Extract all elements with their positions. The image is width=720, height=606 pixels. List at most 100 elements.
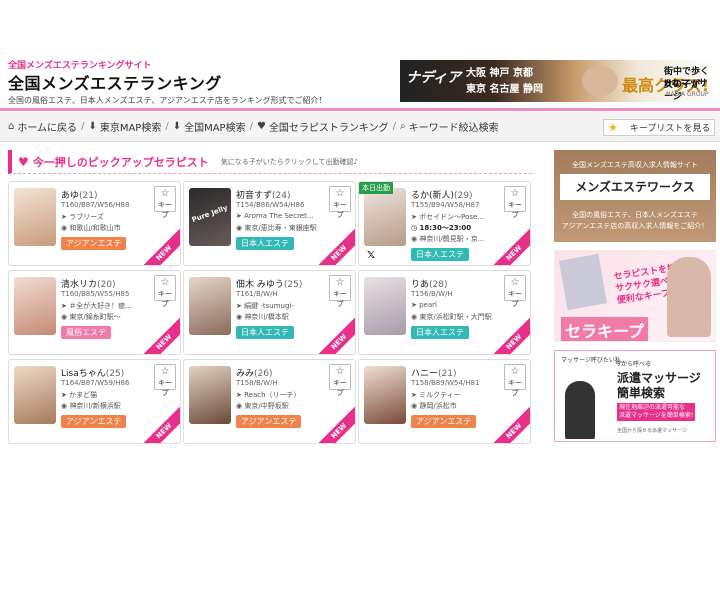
therapist-name-text: 佃木 みゆう: [236, 280, 284, 290]
therapist-age: (28): [429, 280, 448, 290]
side-banner-sera-keep[interactable]: セラピストを指名で サクサク選べます! 便利なキープ機能付き セラキープ: [554, 250, 716, 342]
nav-separator: /: [165, 121, 169, 132]
therapist-card[interactable]: りあ(28) T156/B/W/H ➤ pearl ◉ 東京/浜松町駅・大門駅 日本人エ…: [358, 270, 531, 355]
area-text: 東京/浜松町駅・大門駅: [419, 313, 492, 321]
therapist-name-text: あゆ: [61, 191, 80, 201]
location-pin-icon: ◉: [61, 402, 68, 410]
therapist-photo[interactable]: Pure Jelly: [189, 188, 231, 246]
therapist-card[interactable]: 清水リカ(20) T160/B85/W55/H85 ➤ ＃全が大好き！癒... ◉ 東…: [8, 270, 181, 355]
shop-name-text: Reach（リーチ）: [244, 391, 301, 399]
location-pin-icon: ◉: [411, 313, 418, 321]
shop-name: ➤ ＃全が大好き！癒...: [61, 301, 161, 311]
therapist-photo[interactable]: [189, 277, 231, 335]
keep-button[interactable]: ☆ キープ: [329, 364, 351, 397]
star-outline-icon: ☆: [160, 188, 170, 199]
keep-button[interactable]: ☆ キープ: [154, 186, 176, 219]
area: ◉ 東京/中野坂駅: [236, 401, 336, 411]
keep-button[interactable]: ☆ キープ: [504, 186, 526, 219]
therapist-name-text: Lisaちゃん: [61, 369, 106, 379]
send-icon: ➤: [411, 391, 417, 399]
therapist-photo[interactable]: [14, 277, 56, 335]
nav-item-4[interactable]: ⌕ キーワード絞込検索: [400, 119, 499, 134]
heart-icon: ♥: [18, 154, 29, 169]
therapist-photo[interactable]: [364, 366, 406, 424]
therapist-photo[interactable]: [14, 366, 56, 424]
side-banner-mens-este-works[interactable]: 全国メンズエステ高収入求人情報サイト メンズエステワークス 全国の風俗エステ、日…: [554, 150, 716, 242]
banner-brand: ナディア: [406, 70, 462, 86]
therapist-photo[interactable]: [364, 277, 406, 335]
today-badge: 本日出勤: [359, 182, 393, 194]
heart-icon: ♥: [256, 121, 266, 132]
nav-item-1[interactable]: ⬇ 東京MAP検索: [88, 119, 161, 134]
new-ribbon: NEW: [489, 406, 530, 443]
therapist-photo[interactable]: [189, 366, 231, 424]
area-text: 神奈川/橋本駅: [244, 313, 289, 321]
nav-item-label: キーワード絞込検索: [408, 123, 499, 134]
keep-button[interactable]: ☆ キープ: [154, 364, 176, 397]
side-banner-3-small: 今から呼べる: [615, 361, 652, 368]
star-outline-icon: ☆: [510, 366, 520, 377]
new-ribbon: NEW: [489, 317, 530, 354]
area: ◉ 神奈川/新横浜駅: [61, 401, 161, 411]
category-tag: アジアンエステ: [61, 237, 127, 250]
keep-button[interactable]: ☆ キープ: [504, 364, 526, 397]
send-icon: ➤: [61, 213, 67, 221]
therapist-sizes: T154/B86/W54/H86: [236, 201, 305, 209]
category-tag: 日本人エステ: [236, 326, 294, 339]
category-tag: アジアンエステ: [61, 415, 127, 428]
site-title[interactable]: 全国メンズエステランキング: [8, 70, 222, 94]
therapist-photo[interactable]: [364, 188, 406, 246]
shop-name: ➤ ラブリーズ: [61, 212, 161, 222]
therapist-card[interactable]: あゆ(21) T160/B87/W56/H88 ➤ ラブリーズ ◉ 和歌山/和歌山市ア…: [8, 181, 181, 266]
top-ad-banner[interactable]: ナディア 大阪 神戸 京都 東京 名古屋 静岡 最高クラス! 街中で歩く女の子が…: [400, 60, 716, 102]
therapist-age: (24): [272, 191, 291, 201]
keep-label: キープ: [333, 290, 347, 308]
therapist-sizes: T161/B/W/H: [236, 290, 278, 298]
side-banner-1-title: メンズエステワークス: [560, 174, 710, 200]
nav-item-2[interactable]: ⬇ 全国MAP検索: [173, 119, 246, 134]
therapist-sizes: T155/B94/W58/H87: [411, 201, 480, 209]
therapist-card[interactable]: Lisaちゃん(25) T164/B87/W59/H86 ➤ かまど猫 ◉ 神奈川/新…: [8, 359, 181, 444]
therapist-card[interactable]: Pure Jelly 初音すず(24) T154/B86/W54/H86 ➤ Arom…: [183, 181, 356, 266]
nav-item-3[interactable]: ♥ 全国セラピストランキング: [257, 119, 389, 134]
category-tag: 日本人エステ: [411, 248, 469, 261]
category-tag: 日本人エステ: [236, 237, 294, 250]
banner-copy-2: Hなマッサージ: [664, 79, 708, 102]
therapist-sizes: T158/B/W/H: [236, 379, 278, 387]
keep-button[interactable]: ☆ キープ: [504, 275, 526, 308]
therapist-card[interactable]: ハニー(21) T158/B89/W54/H81 ➤ ミルクティー ◉ 静岡/浜松市ア…: [358, 359, 531, 444]
shop-name-text: ラブリーズ: [69, 213, 104, 221]
photo-caption: Pure Jelly: [190, 203, 229, 225]
shop-name: ➤ ボセイドン〜Pose...: [411, 212, 511, 222]
nav-item-0[interactable]: ⌂ ホームに戻る: [8, 119, 77, 134]
side-banner-dispatch-search[interactable]: マッサージ呼びたい私… 今から呼べる 派遣マッサージ 簡単検索 現在地周辺の派遣…: [554, 350, 716, 442]
therapist-card[interactable]: 佃木 みゆう(25) T161/B/W/H ➤ 絹鍵 -tsumugi- ◉ 神奈川/…: [183, 270, 356, 355]
nav-separator: /: [81, 121, 85, 132]
x-icon[interactable]: 𝕏: [367, 250, 375, 261]
therapist-photo[interactable]: [14, 188, 56, 246]
area-text: 神奈川/新横浜駅: [69, 402, 121, 410]
area: ◉ 神奈川/鶴見駅・京...: [411, 234, 511, 244]
area: ◉ 東京/浜松町駅・大門駅: [411, 312, 511, 322]
nav-item-label: 全国MAP検索: [184, 123, 246, 134]
area-text: 東京/恵比寿・東銀座駅: [244, 224, 317, 232]
shop-name-text: ミルクティー: [419, 391, 461, 399]
side-banner-1-line1: 全国の風俗エステ、日本人メンズエステ: [572, 211, 698, 219]
shop-name-text: pearl: [419, 301, 437, 309]
location-pin-icon: ◉: [236, 224, 243, 232]
new-ribbon: NEW: [314, 228, 355, 265]
therapist-card[interactable]: みみ(26) T158/B/W/H ➤ Reach（リーチ） ◉ 東京/中野坂駅 アジア…: [183, 359, 356, 444]
therapist-name-text: みみ: [236, 369, 255, 379]
therapist-sizes: T158/B89/W54/H81: [411, 379, 480, 387]
keep-button[interactable]: ☆ キープ: [329, 186, 351, 219]
therapist-age: (20): [97, 280, 116, 290]
banner-model-photo: [582, 66, 618, 96]
side-banner-3-badge: 現在地周辺の派遣可能な 派遣マッサージを簡単検索!: [617, 403, 696, 421]
keep-button[interactable]: ☆ キープ: [154, 275, 176, 308]
send-icon: ➤: [236, 391, 242, 399]
keep-list-button[interactable]: ★ キープリストを見る: [603, 119, 715, 136]
keep-button[interactable]: ☆ キープ: [329, 275, 351, 308]
keep-label: キープ: [508, 290, 522, 308]
star-outline-icon: ☆: [160, 366, 170, 377]
therapist-card[interactable]: 本日出勤 るか(新人)(29) T155/B94/W58/H87 ➤ ボセイドン〜Po…: [358, 181, 531, 266]
